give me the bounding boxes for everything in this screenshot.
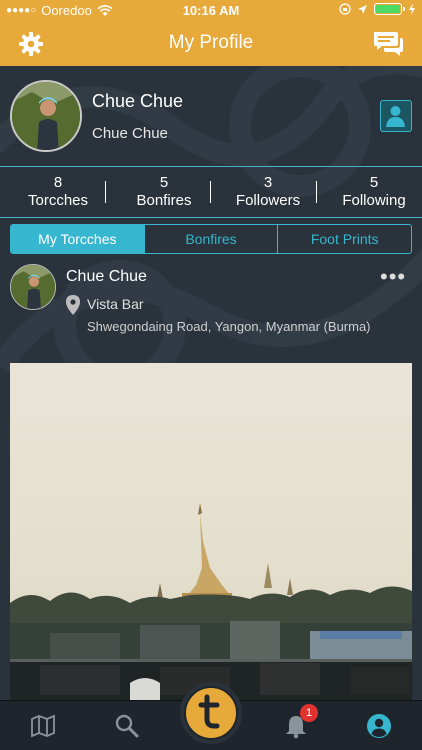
stat-separator bbox=[316, 181, 317, 203]
stat-value: 8 bbox=[53, 174, 63, 191]
pagoda-photo bbox=[10, 363, 412, 700]
person-icon bbox=[386, 106, 405, 127]
stat-value: 3 bbox=[263, 174, 273, 191]
stat-followers[interactable]: 3 Followers bbox=[225, 174, 311, 209]
profile-display-name: Chue Chue bbox=[92, 91, 184, 111]
stat-separator bbox=[105, 181, 106, 203]
notification-badge: 1 bbox=[300, 704, 318, 722]
stats-row: 8 Torcches 5 Bonfires 3 Followers 5 Foll… bbox=[0, 167, 422, 217]
post-photo[interactable] bbox=[10, 363, 412, 700]
post-address: Shwegondaing Road, Yangon, Myanmar (Burm… bbox=[87, 319, 371, 334]
stat-label: Bonfires bbox=[136, 192, 192, 209]
divider-bottom bbox=[0, 217, 422, 218]
avatar-photo bbox=[11, 265, 55, 309]
profile-avatar[interactable] bbox=[10, 80, 82, 152]
stat-label: Torcches bbox=[27, 192, 89, 209]
torcch-logo-button[interactable] bbox=[180, 682, 242, 744]
nav-bar: My Profile bbox=[0, 22, 422, 66]
location-arrow-icon bbox=[358, 4, 367, 14]
stat-label: Following bbox=[342, 192, 406, 209]
stat-torcches[interactable]: 8 Torcches bbox=[20, 174, 96, 209]
charging-icon bbox=[409, 3, 415, 15]
tab-bonfires[interactable]: Bonfires bbox=[145, 225, 279, 253]
location-pin-icon bbox=[66, 295, 80, 315]
status-bar: ●●●●○ Ooredoo 10:16 AM bbox=[0, 0, 422, 22]
post-author-avatar[interactable] bbox=[10, 264, 56, 310]
more-options-icon[interactable]: ••• bbox=[380, 264, 406, 290]
stat-value: 5 bbox=[159, 174, 169, 191]
battery-icon bbox=[374, 3, 405, 15]
stat-bonfires[interactable]: 5 Bonfires bbox=[124, 174, 204, 209]
tab-my-torcches[interactable]: My Torcches bbox=[11, 225, 145, 253]
torcch-logo-icon bbox=[184, 686, 238, 740]
post-place-name[interactable]: Vista Bar bbox=[87, 296, 144, 312]
chat-bubbles-icon[interactable] bbox=[372, 30, 404, 58]
rotation-lock-icon bbox=[339, 3, 351, 15]
person-button[interactable] bbox=[380, 100, 412, 132]
stat-separator bbox=[210, 181, 211, 203]
search-icon[interactable] bbox=[114, 713, 140, 739]
page-title: My Profile bbox=[168, 32, 254, 53]
profile-icon[interactable] bbox=[366, 713, 392, 739]
stat-following[interactable]: 5 Following bbox=[331, 174, 417, 209]
profile-tabs: My Torcches Bonfires Foot Prints bbox=[10, 224, 412, 254]
tab-foot-prints[interactable]: Foot Prints bbox=[278, 225, 411, 253]
profile-username: Chue Chue bbox=[92, 125, 168, 142]
stat-value: 5 bbox=[369, 174, 379, 191]
stat-label: Followers bbox=[235, 192, 301, 209]
post-author-name[interactable]: Chue Chue bbox=[66, 268, 147, 286]
map-icon[interactable] bbox=[30, 713, 56, 739]
